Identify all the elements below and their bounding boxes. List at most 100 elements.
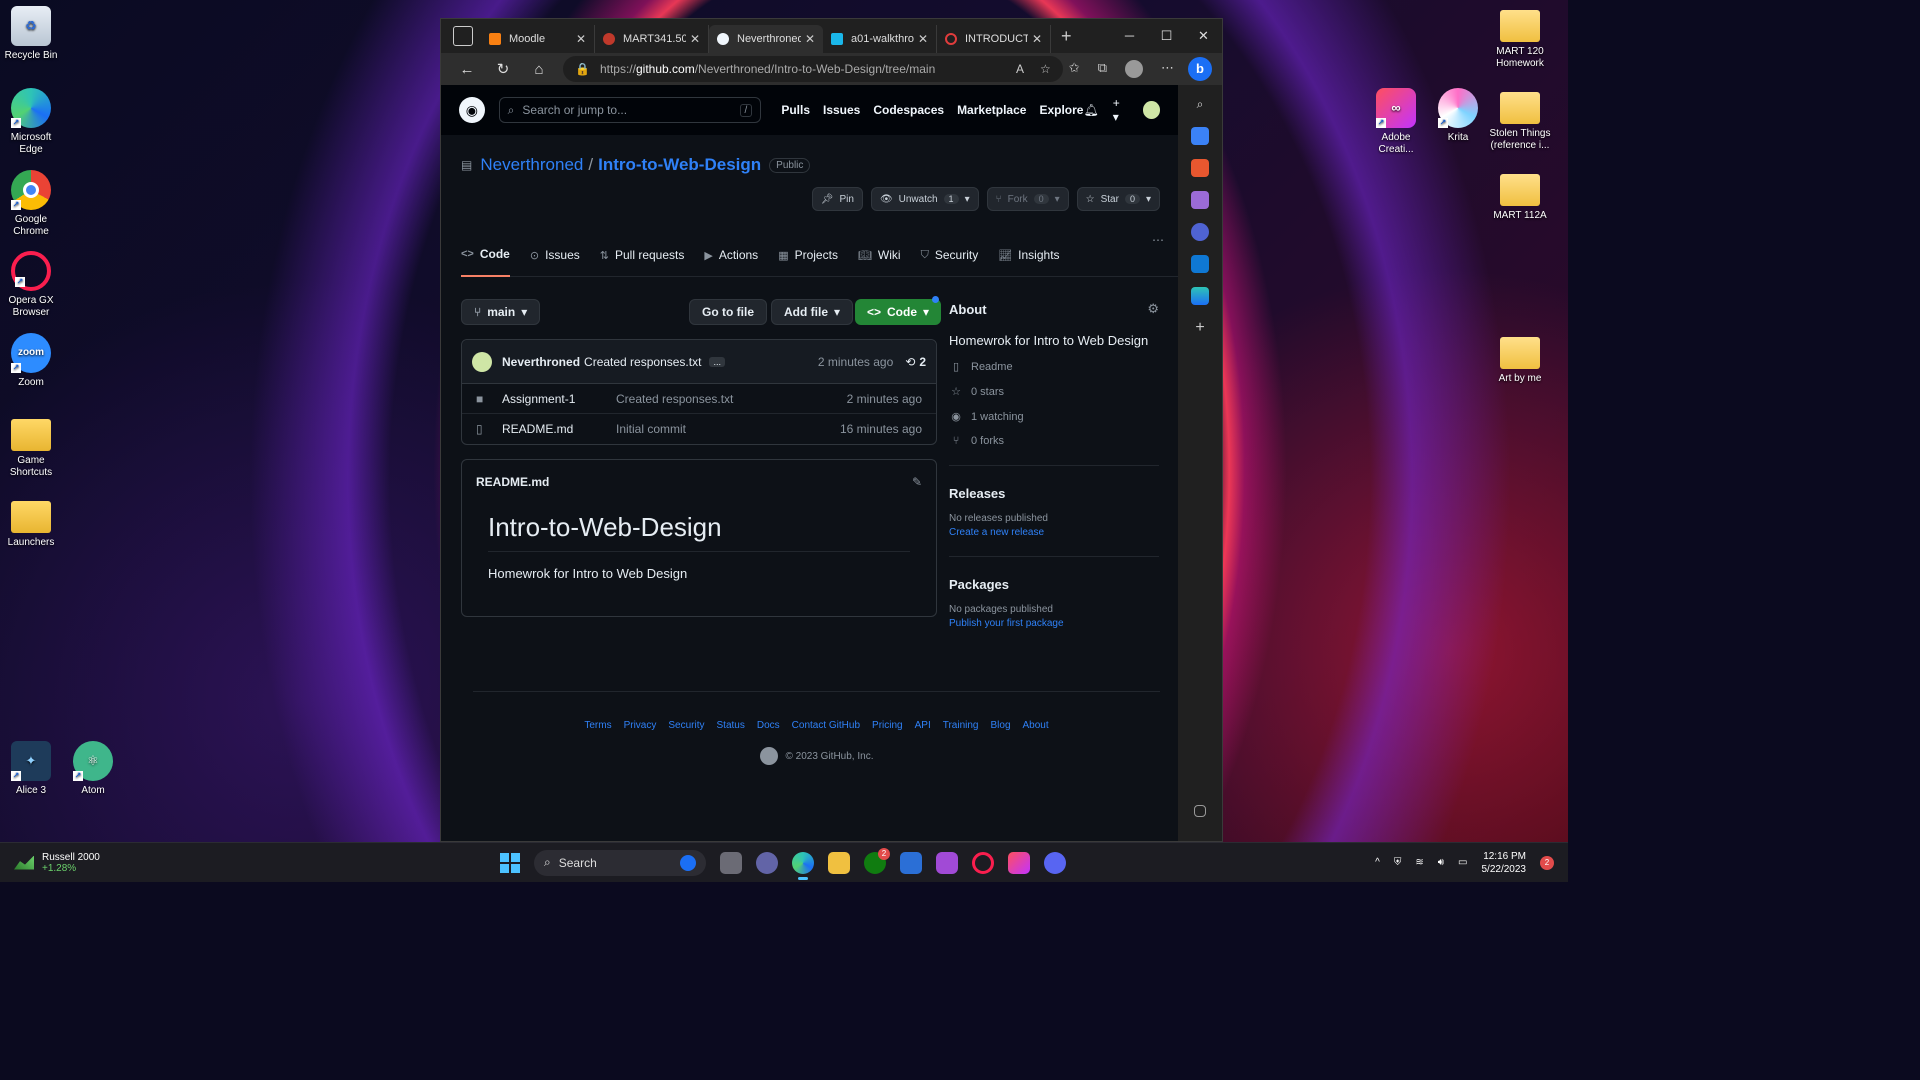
nav-codespaces[interactable]: Codespaces	[873, 103, 944, 117]
teams-chat-icon[interactable]	[756, 851, 778, 874]
tab-pull-requests[interactable]: ⇅ Pull requests	[600, 233, 685, 277]
nav-marketplace[interactable]: Marketplace	[957, 103, 1026, 117]
desktop-icon-art-by-me[interactable]: Art by me	[1489, 333, 1551, 385]
footer-link[interactable]: Terms	[584, 720, 611, 731]
drop-icon[interactable]	[1191, 287, 1209, 305]
xbox-icon[interactable]: 2	[864, 847, 890, 874]
nav-pulls[interactable]: Pulls	[781, 103, 810, 117]
sidebar-toggle-icon[interactable]	[1194, 805, 1206, 817]
fork-button[interactable]: ⑂ Fork 0 ▾	[986, 187, 1069, 211]
stars-link[interactable]: ☆ 0 stars	[949, 385, 1159, 399]
repo-owner-link[interactable]: Neverthroned	[480, 155, 583, 175]
tab-actions[interactable]: ▶ Actions	[704, 233, 758, 277]
games-icon[interactable]	[1191, 191, 1209, 209]
new-tab-button[interactable]: +	[1061, 26, 1072, 47]
footer-link[interactable]: API	[915, 720, 931, 731]
nav-issues[interactable]: Issues	[823, 103, 860, 117]
commit-expand-button[interactable]: ...	[709, 356, 725, 367]
go-to-file-button[interactable]: Go to file	[689, 299, 767, 325]
nav-explore[interactable]: Explore	[1039, 103, 1083, 117]
tab-code[interactable]: <> Code	[461, 233, 510, 277]
footer-link[interactable]: Training	[943, 720, 979, 731]
readme-link[interactable]: ▯ Readme	[949, 360, 1159, 374]
pin-button[interactable]: 📌︎ Pin	[811, 187, 863, 211]
desktop-icon-edge[interactable]: ↗ Microsoft Edge	[0, 88, 62, 156]
file-explorer-icon[interactable]	[828, 851, 850, 874]
desktop-icon-adobe-cc[interactable]: ∞ ↗ Adobe Creati...	[1365, 88, 1427, 156]
read-aloud-icon[interactable]: A	[1016, 62, 1024, 76]
desktop-icon-krita[interactable]: ↗ Krita	[1427, 88, 1489, 144]
unwatch-button[interactable]: 👁︎ Unwatch 1 ▾	[870, 187, 979, 211]
create-release-link[interactable]: Create a new release	[949, 527, 1159, 538]
releases-title[interactable]: Releases	[949, 486, 1159, 501]
edge-taskbar-icon[interactable]	[792, 851, 814, 880]
code-button[interactable]: <> Code ▾	[855, 299, 942, 325]
volume-icon[interactable]: 🔊︎	[1438, 857, 1444, 868]
footer-link[interactable]: Security	[668, 720, 704, 731]
taskbar-search[interactable]: ⌕ Search	[534, 849, 706, 876]
repo-name-link[interactable]: Intro-to-Web-Design	[598, 155, 761, 175]
close-tab-icon[interactable]: ✕	[690, 32, 700, 46]
commit-author[interactable]: Neverthroned	[502, 355, 580, 369]
url-field[interactable]: 🔒 https://github.com/Neverthroned/Intro-…	[563, 56, 1063, 82]
desktop-icon-opera-gx[interactable]: ↗ Opera GX Browser	[0, 251, 62, 319]
profile-avatar-icon[interactable]	[1125, 60, 1143, 78]
battery-icon[interactable]: ▭	[1458, 857, 1467, 868]
adobe-cc-taskbar-icon[interactable]	[1008, 851, 1030, 874]
desktop-icon-mart112a[interactable]: MART 112A	[1489, 170, 1551, 222]
back-icon[interactable]: ←	[449, 61, 485, 78]
close-tab-icon[interactable]: ✕	[918, 32, 928, 46]
wifi-icon[interactable]: ≋	[1415, 857, 1423, 868]
chevron-up-icon[interactable]: ^	[1375, 857, 1380, 868]
desktop-icon-launchers[interactable]: Launchers	[0, 497, 62, 549]
user-avatar[interactable]	[1142, 101, 1161, 119]
file-row[interactable]: ■ Assignment-1 Created responses.txt 2 m…	[462, 384, 936, 414]
desktop-icon-stolen-things[interactable]: Stolen Things (reference i...	[1489, 88, 1551, 152]
close-window-icon[interactable]: ✕	[1185, 19, 1222, 53]
more-tabs-icon[interactable]: ⋯	[1152, 233, 1164, 276]
start-button-icon[interactable]	[500, 852, 520, 873]
search-icon[interactable]: ⌕	[1191, 95, 1209, 113]
tab-actions-icon[interactable]	[453, 26, 473, 46]
footer-link[interactable]: Pricing	[872, 720, 903, 731]
task-view-icon[interactable]	[720, 851, 742, 874]
shopping-icon[interactable]	[1191, 127, 1209, 145]
file-name[interactable]: README.md	[502, 422, 616, 436]
browser-tab[interactable]: a01-walkthro ✕	[823, 25, 937, 53]
readme-filename[interactable]: README.md	[476, 475, 549, 489]
file-name[interactable]: Assignment-1	[502, 392, 616, 406]
footer-link[interactable]: About	[1023, 720, 1049, 731]
publish-package-link[interactable]: Publish your first package	[949, 618, 1159, 629]
pencil-icon[interactable]: ✎	[912, 475, 922, 489]
forks-link[interactable]: ⑂ 0 forks	[949, 435, 1159, 447]
desktop-icon-atom[interactable]: ⚛ ↗ Atom	[62, 741, 124, 797]
collections-icon[interactable]: ⧉	[1098, 60, 1107, 78]
tab-issues[interactable]: ⊙ Issues	[530, 233, 580, 277]
close-tab-icon[interactable]: ✕	[805, 32, 815, 46]
create-new-icon[interactable]: + ▾	[1113, 96, 1129, 124]
minimize-icon[interactable]: ─	[1111, 19, 1148, 53]
desktop-icon-mart120[interactable]: MART 120 Homework	[1489, 6, 1551, 70]
github-search-input[interactable]: ⌕ Search or jump to... /	[498, 97, 762, 123]
browser-tab[interactable]: Moodle ✕	[481, 25, 595, 53]
file-commit-message[interactable]: Initial commit	[616, 422, 840, 436]
close-tab-icon[interactable]: ✕	[576, 32, 586, 46]
security-icon[interactable]: ⛨	[1394, 857, 1402, 868]
github-logo-icon[interactable]	[759, 747, 778, 765]
github-logo-icon[interactable]: ◉	[459, 97, 485, 123]
store-icon[interactable]	[900, 851, 922, 874]
browser-tab[interactable]: MART341.50- ✕	[595, 25, 709, 53]
history-icon[interactable]: ⟲	[905, 355, 915, 369]
add-favorite-icon[interactable]: ☆	[1040, 62, 1051, 76]
outlook-icon[interactable]	[1191, 255, 1209, 273]
opera-gx-taskbar-icon[interactable]	[972, 851, 994, 874]
app-icon[interactable]	[936, 851, 958, 874]
more-menu-icon[interactable]: ⋯	[1161, 60, 1174, 78]
gear-icon[interactable]: ⚙	[1147, 301, 1159, 317]
desktop-icon-recycle-bin[interactable]: ♻ Recycle Bin	[0, 6, 62, 62]
home-icon[interactable]: ⌂	[521, 61, 557, 78]
add-file-button[interactable]: Add file ▾	[771, 299, 854, 325]
discord-icon[interactable]	[1044, 851, 1066, 874]
watching-link[interactable]: ◉ 1 watching	[949, 410, 1159, 424]
stock-widget[interactable]: Russell 2000 +1.28%	[14, 852, 100, 874]
